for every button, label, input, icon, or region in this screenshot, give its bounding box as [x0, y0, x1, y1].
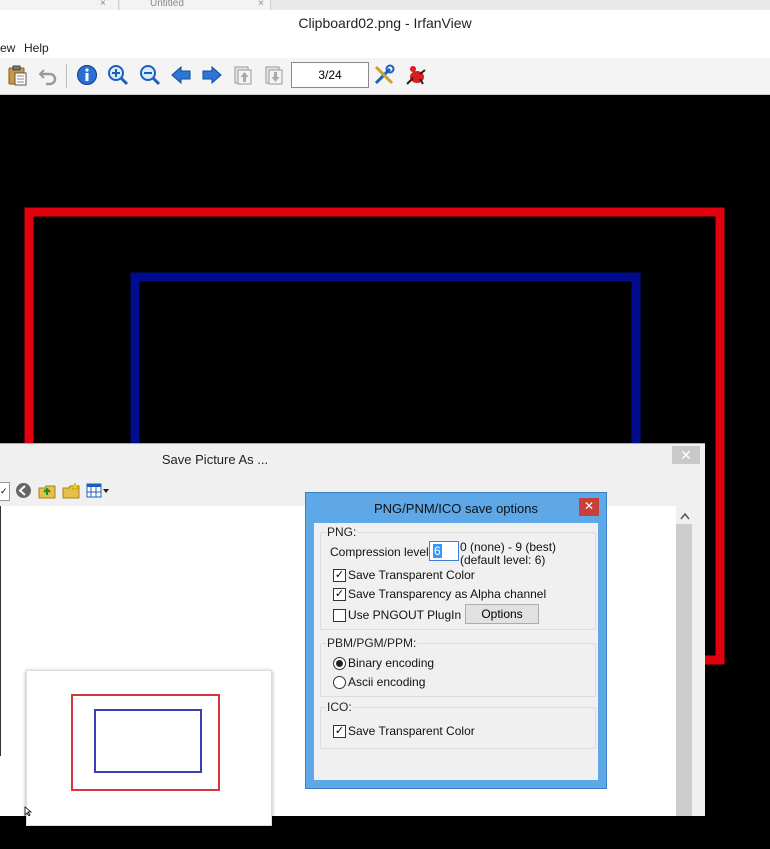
- title-bar: Clipboard02.png - IrfanView: [0, 10, 770, 38]
- save-alpha-label[interactable]: Save Transparency as Alpha channel: [348, 587, 546, 601]
- page-indicator[interactable]: 3/24: [291, 62, 369, 88]
- previous-icon[interactable]: [170, 64, 192, 86]
- ico-group-label: ICO:: [326, 700, 353, 714]
- page-down-icon[interactable]: [263, 64, 285, 86]
- close-button[interactable]: ✕: [672, 446, 700, 464]
- scroll-up-icon[interactable]: [680, 512, 690, 520]
- png-dialog-title: PNG/PNM/ICO save options: [374, 501, 538, 516]
- tab-label: Untitled: [150, 0, 184, 9]
- ico-save-transparent-color-checkbox[interactable]: ✓: [333, 725, 346, 738]
- undo-icon[interactable]: [37, 64, 59, 86]
- thumbnail-preview: [71, 694, 220, 791]
- background-tab-untitled[interactable]: Untitled ×: [120, 0, 271, 10]
- irfanview-logo-icon[interactable]: [405, 64, 427, 86]
- thumbnail-filename[interactable]: Clipboard02.png: [26, 835, 272, 849]
- menu-help[interactable]: Help: [24, 41, 49, 55]
- ascii-encoding-label[interactable]: Ascii encoding: [348, 675, 425, 689]
- save-dialog-title: Save Picture As ...: [161, 452, 269, 467]
- background-tab[interactable]: ×: [0, 0, 119, 10]
- zoom-out-icon[interactable]: [139, 64, 161, 86]
- chevron-down-icon: ✓: [0, 486, 8, 496]
- use-pngout-label[interactable]: Use PNGOUT PlugIn: [348, 608, 461, 622]
- save-transparent-color-label[interactable]: Save Transparent Color: [348, 568, 475, 582]
- ico-save-transparent-color-label[interactable]: Save Transparent Color: [348, 724, 475, 738]
- up-folder-icon[interactable]: [38, 482, 56, 499]
- back-icon[interactable]: [15, 482, 32, 499]
- menu-view[interactable]: ew: [0, 41, 15, 55]
- options-button[interactable]: Options: [465, 604, 539, 624]
- background-window-tabs: × Untitled ×: [0, 0, 770, 10]
- close-icon[interactable]: ×: [258, 0, 264, 9]
- view-menu-icon[interactable]: [86, 483, 110, 499]
- compression-default-hint: (default level: 6): [460, 553, 546, 567]
- page-up-icon[interactable]: [232, 64, 254, 86]
- settings-icon[interactable]: [373, 64, 395, 86]
- close-icon[interactable]: ×: [100, 0, 106, 9]
- ascii-encoding-radio[interactable]: [333, 676, 346, 689]
- save-transparent-color-checkbox[interactable]: ✓: [333, 569, 346, 582]
- compression-label: Compression level:: [330, 545, 433, 559]
- info-icon[interactable]: [76, 64, 98, 86]
- use-pngout-checkbox[interactable]: [333, 609, 346, 622]
- toolbar-separator: [66, 64, 67, 88]
- pane-divider: [0, 506, 1, 756]
- location-dropdown[interactable]: ✓: [0, 482, 10, 501]
- compression-value: 6: [433, 544, 442, 558]
- file-thumbnail[interactable]: [26, 670, 272, 826]
- pbm-group-label: PBM/PGM/PPM:: [326, 636, 418, 650]
- toolbar: 3/24: [0, 58, 770, 95]
- next-icon[interactable]: [201, 64, 223, 86]
- close-button[interactable]: ✕: [579, 498, 599, 516]
- compression-level-input[interactable]: 6: [429, 541, 459, 561]
- menu-bar: ew Help: [0, 38, 770, 58]
- save-alpha-checkbox[interactable]: ✓: [333, 588, 346, 601]
- png-save-options-dialog: PNG/PNM/ICO save options ✕ PNG: Compress…: [305, 492, 607, 789]
- png-dialog-body: PNG: Compression level: 6 0 (none) - 9 (…: [314, 523, 598, 780]
- paste-icon[interactable]: [6, 64, 28, 86]
- zoom-in-icon[interactable]: [107, 64, 129, 86]
- png-group-label: PNG:: [326, 525, 358, 539]
- window-title: Clipboard02.png - IrfanView: [298, 15, 472, 31]
- new-folder-icon[interactable]: [62, 482, 80, 499]
- binary-encoding-label[interactable]: Binary encoding: [348, 656, 434, 670]
- compression-hint: 0 (none) - 9 (best): [460, 540, 557, 554]
- binary-encoding-radio[interactable]: [333, 657, 346, 670]
- scrollbar-thumb[interactable]: [676, 524, 692, 816]
